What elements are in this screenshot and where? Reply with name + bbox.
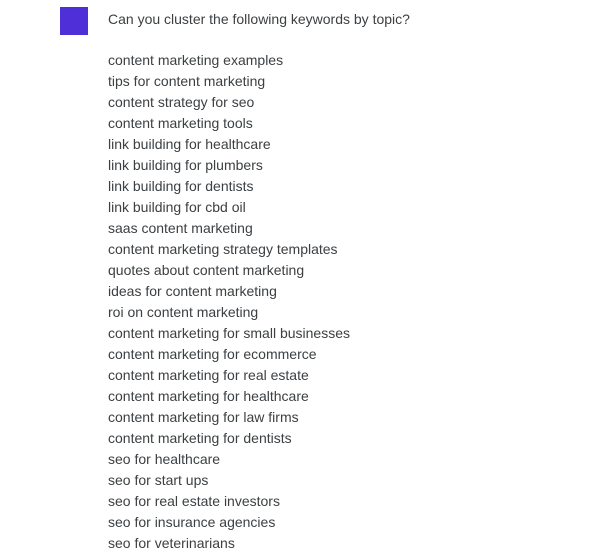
keyword-list-item: content marketing examples <box>108 52 284 68</box>
keyword-list-item: seo for start ups <box>108 472 209 488</box>
keyword-list-item: seo for real estate investors <box>108 493 280 509</box>
user-avatar-square-icon <box>60 7 88 35</box>
keyword-list-item: quotes about content marketing <box>108 262 305 278</box>
keyword-list: content marketing examples tips for conte… <box>108 50 350 554</box>
keyword-list-item: content marketing for dentists <box>108 430 292 446</box>
keyword-list-item: link building for dentists <box>108 178 254 194</box>
keyword-list-item: roi on content marketing <box>108 304 259 320</box>
keyword-list-item: content marketing for healthcare <box>108 388 309 404</box>
keyword-list-item: content marketing for real estate <box>108 367 309 383</box>
keyword-list-item: seo for insurance agencies <box>108 514 276 530</box>
chat-message: Can you cluster the following keywords b… <box>0 0 609 551</box>
keyword-list-item: link building for plumbers <box>108 157 263 173</box>
keyword-list-item: link building for healthcare <box>108 136 271 152</box>
prompt-text: Can you cluster the following keywords b… <box>108 11 410 27</box>
keyword-list-item: content strategy for seo <box>108 94 255 110</box>
keyword-list-item: content marketing tools <box>108 115 253 131</box>
keyword-list-item: content marketing for ecommerce <box>108 346 317 362</box>
keyword-list-item: content marketing for law firms <box>108 409 299 425</box>
keyword-list-item: content marketing for small businesses <box>108 325 350 341</box>
keyword-list-item: content marketing strategy templates <box>108 241 338 257</box>
keyword-list-item: saas content marketing <box>108 220 253 236</box>
keyword-list-item: seo for healthcare <box>108 451 221 467</box>
keyword-list-item: tips for content marketing <box>108 73 266 89</box>
keyword-list-item: link building for cbd oil <box>108 199 246 215</box>
keyword-list-item: ideas for content marketing <box>108 283 277 299</box>
